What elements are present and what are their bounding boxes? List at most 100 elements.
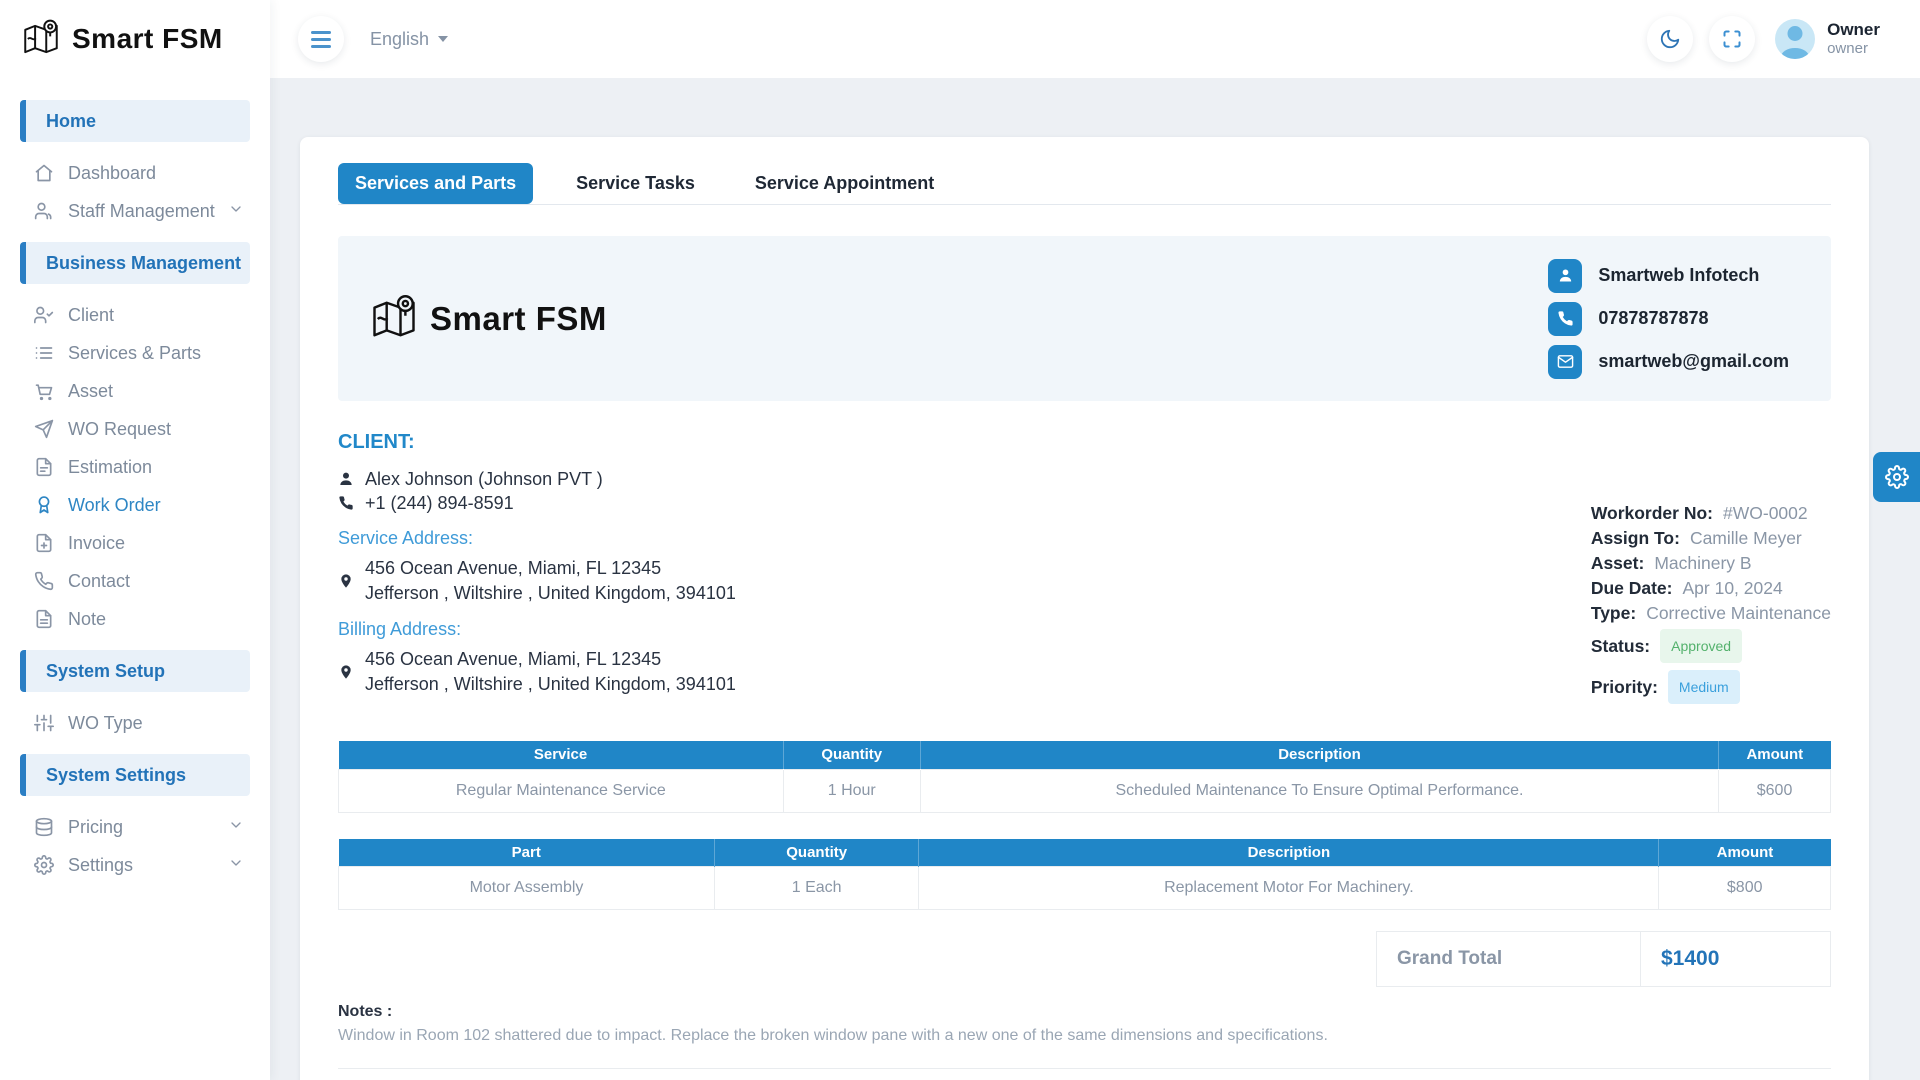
grand-total-label: Grand Total <box>1377 932 1641 987</box>
menu-toggle-button[interactable] <box>298 16 344 62</box>
sidebar-item-estimation[interactable]: Estimation <box>0 448 270 486</box>
service-address: 456 Ocean Avenue, Miami, FL 12345 Jeffer… <box>338 556 736 606</box>
client-phone-row: +1 (244) 894-8591 <box>338 491 736 515</box>
location-pin-icon <box>338 664 354 680</box>
app-root: Smart FSM Home Dashboard Staff Managemen… <box>0 0 1920 1080</box>
sliders-icon <box>34 713 54 733</box>
sidebar-item-work-order[interactable]: Work Order <box>0 486 270 524</box>
tab-service-appointment[interactable]: Service Appointment <box>738 163 951 204</box>
settings-panel-toggle[interactable] <box>1873 452 1920 502</box>
service-description-cell: Scheduled Maintenance To Ensure Optimal … <box>920 769 1718 812</box>
avatar[interactable] <box>1775 19 1815 59</box>
grand-total-section: Grand Total $1400 <box>338 931 1831 987</box>
sidebar-item-settings[interactable]: Settings <box>0 846 270 884</box>
type-value: Corrective Maintenance <box>1646 601 1831 625</box>
parts-table: Part Quantity Description Amount Motor A… <box>338 839 1831 911</box>
company-name-row: Smartweb Infotech <box>1532 259 1789 293</box>
client-phone: +1 (244) 894-8591 <box>365 491 514 515</box>
sidebar-item-staff-management[interactable]: Staff Management <box>0 192 270 230</box>
map-logo-icon <box>20 18 62 60</box>
workorder-card: Services and Parts Service Tasks Service… <box>300 137 1869 1080</box>
notes-label: Notes : <box>338 1003 1831 1021</box>
part-name-cell: Motor Assembly <box>339 867 715 910</box>
sidebar-item-wo-type[interactable]: WO Type <box>0 704 270 742</box>
dark-mode-button[interactable] <box>1647 16 1693 62</box>
grand-total-value: $1400 <box>1641 932 1831 987</box>
part-quantity-cell: 1 Each <box>714 867 918 910</box>
company-email-row: smartweb@gmail.com <box>1532 345 1789 379</box>
person-icon <box>338 471 354 487</box>
fullscreen-button[interactable] <box>1709 16 1755 62</box>
sidebar-item-client[interactable]: Client <box>0 296 270 334</box>
asset-row: Asset: Machinery B <box>1591 551 1831 575</box>
phone-icon <box>1548 302 1582 336</box>
due-date-value: Apr 10, 2024 <box>1683 576 1783 600</box>
home-icon <box>34 163 54 183</box>
sidebar: Smart FSM Home Dashboard Staff Managemen… <box>0 0 270 1080</box>
sidebar-section-home[interactable]: Home <box>20 100 250 142</box>
sidebar-section-system-setup[interactable]: System Setup <box>20 650 250 692</box>
divider <box>338 1068 1831 1069</box>
service-amount-cell: $600 <box>1719 769 1831 812</box>
company-phone: 07878787878 <box>1598 308 1708 329</box>
sidebar-item-asset[interactable]: Asset <box>0 372 270 410</box>
phone-icon <box>34 571 54 591</box>
assign-to-value: Camille Meyer <box>1690 526 1802 550</box>
database-icon <box>34 817 54 837</box>
sidebar-item-dashboard[interactable]: Dashboard <box>0 154 270 192</box>
sidebar-item-note[interactable]: WO Type Note <box>0 600 270 638</box>
cart-icon <box>34 381 54 401</box>
table-row: Regular Maintenance Service 1 Hour Sched… <box>339 769 1831 812</box>
location-pin-icon <box>338 573 354 589</box>
notes-section: Notes : Window in Room 102 shattered due… <box>338 1003 1831 1045</box>
sidebar-item-services-parts[interactable]: Services & Parts <box>0 334 270 372</box>
user-name: Owner <box>1827 20 1880 40</box>
sidebar-item-invoice[interactable]: Invoice <box>0 524 270 562</box>
gear-icon <box>1885 465 1909 489</box>
file-icon <box>34 457 54 477</box>
sidebar-item-wo-request[interactable]: WO Request <box>0 410 270 448</box>
chevron-down-icon <box>228 855 244 876</box>
service-address-line2: Jefferson , Wiltshire , United Kingdom, … <box>365 581 736 606</box>
language-selector[interactable]: English <box>370 29 448 50</box>
type-row: Type: Corrective Maintenance <box>1591 601 1831 625</box>
tab-services-and-parts[interactable]: Services and Parts <box>338 163 533 204</box>
billing-address: 456 Ocean Avenue, Miami, FL 12345 Jeffer… <box>338 647 736 697</box>
workorder-no-row: Workorder No: #WO-0002 <box>1591 501 1831 525</box>
company-contact: Smartweb Infotech 07878787878 <box>1532 259 1789 379</box>
client-heading: CLIENT: <box>338 431 736 454</box>
table-row: Motor Assembly 1 Each Replacement Motor … <box>339 867 1831 910</box>
file-plus-icon <box>34 533 54 553</box>
service-address-line1: 456 Ocean Avenue, Miami, FL 12345 <box>365 556 736 581</box>
priority-row: Priority: Medium <box>1591 667 1831 707</box>
company-email: smartweb@gmail.com <box>1598 351 1789 372</box>
priority-badge: Medium <box>1668 670 1740 704</box>
tab-bar: Services and Parts Service Tasks Service… <box>338 163 1831 205</box>
tab-service-tasks[interactable]: Service Tasks <box>559 163 712 204</box>
sidebar-section-business-management[interactable]: Business Management <box>20 242 250 284</box>
map-logo-icon <box>368 293 420 345</box>
envelope-icon <box>1548 345 1582 379</box>
chevron-down-icon <box>228 201 244 222</box>
client-section: CLIENT: Alex Johnson (Johnson PVT ) +1 (… <box>338 431 736 708</box>
part-description-cell: Replacement Motor For Machinery. <box>919 867 1659 910</box>
sidebar-item-pricing[interactable]: Pricing <box>0 808 270 846</box>
moon-icon <box>1659 28 1681 50</box>
due-date-row: Due Date: Apr 10, 2024 <box>1591 576 1831 600</box>
invoice-logo: Smart FSM <box>368 293 607 345</box>
billing-address-line2: Jefferson , Wiltshire , United Kingdom, … <box>365 672 736 697</box>
client-name-row: Alex Johnson (Johnson PVT ) <box>338 467 736 491</box>
person-icon <box>1548 259 1582 293</box>
app-logo[interactable]: Smart FSM <box>0 0 270 78</box>
list-icon <box>34 343 54 363</box>
billing-address-label: Billing Address: <box>338 619 736 640</box>
billing-address-line1: 456 Ocean Avenue, Miami, FL 12345 <box>365 647 736 672</box>
award-icon <box>34 495 54 515</box>
user-check-icon <box>34 305 54 325</box>
topbar: English Owner owner <box>270 0 1920 78</box>
company-phone-row: 07878787878 <box>1532 302 1789 336</box>
sidebar-section-system-settings[interactable]: System Settings <box>20 754 250 796</box>
status-row: Status: Approved <box>1591 626 1831 666</box>
sidebar-item-contact[interactable]: Contact <box>0 562 270 600</box>
menu-icon <box>311 31 331 48</box>
